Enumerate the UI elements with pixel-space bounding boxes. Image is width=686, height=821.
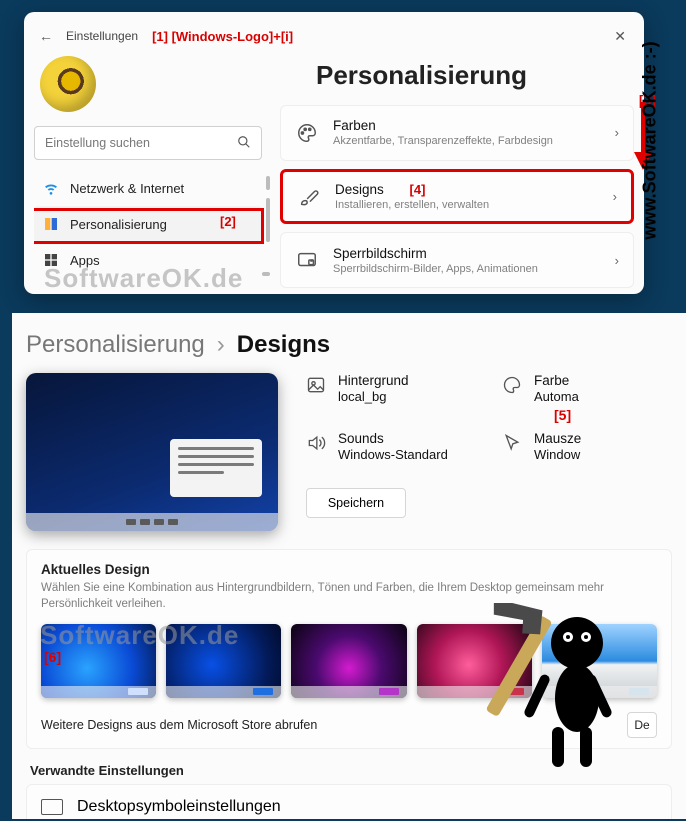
prop-value: local_bg [338,389,409,404]
chevron-right-icon: › [217,331,225,359]
profile-avatar[interactable] [40,56,96,112]
page-title: Personalisierung [316,60,634,91]
lockscreen-icon [295,248,319,272]
search-placeholder: Einstellung suchen [45,136,150,150]
section-title: Aktuelles Design [41,562,657,577]
scrollbar-thumb[interactable] [266,198,270,242]
palette-icon [295,121,319,145]
nav-list: Netzwerk & Internet Personalisierung App… [34,170,262,278]
settings-window-bottom: Personalisierung › Designs Hintergrund l… [12,313,686,819]
sidebar-item-label: Personalisierung [70,217,167,232]
breadcrumb-current: Designs [237,331,330,359]
section-description: Wählen Sie eine Kombination aus Hintergr… [41,581,657,612]
speaker-icon [306,433,328,455]
prop-background[interactable]: Hintergrund local_bg [306,373,476,417]
back-icon[interactable]: ← [36,28,56,44]
prop-cursor[interactable]: Mausze Window [502,431,672,475]
chevron-right-icon: › [613,189,617,204]
wifi-icon [42,179,60,197]
card-title: Sperrbildschirm [333,246,538,261]
card-subtitle: Akzentfarbe, Transparenzeffekte, Farbdes… [333,135,553,147]
image-icon [306,375,328,397]
theme-gallery [41,624,657,698]
prop-color[interactable]: Farbe Automa [502,373,672,417]
sidebar-item-apps[interactable]: Apps [34,242,262,278]
scroll-down-icon[interactable] [262,272,270,276]
prop-label: Mausze [534,431,581,447]
save-button[interactable]: Speichern [306,488,406,518]
monitor-icon [41,799,63,815]
related-label: Desktopsymboleinstellungen [77,798,281,816]
card-lockscreen[interactable]: Sperrbildschirm Sperrbildschirm-Bilder, … [280,232,634,288]
theme-thumb[interactable] [166,624,281,698]
store-link[interactable]: Weitere Designs aus dem Microsoft Store … [41,718,317,732]
annotation-2: [2] [220,214,236,229]
content-pane: Personalisierung Farben Akzentfarbe, Tra… [280,56,634,288]
prop-value: Window [534,447,581,462]
theme-thumb[interactable] [291,624,406,698]
cursor-icon [502,433,524,455]
prop-value: Automa [534,389,579,404]
scroll-up-icon[interactable] [266,176,270,190]
annotation-4: [4] [410,182,426,197]
preview-window-icon [170,439,262,497]
breadcrumb-parent[interactable]: Personalisierung [26,331,205,359]
store-button[interactable]: De [627,712,657,738]
preview-taskbar [26,513,278,531]
palette-icon [502,375,524,397]
theme-thumb[interactable] [542,624,657,698]
apps-icon [42,251,60,269]
paint-icon [42,215,60,233]
sidebar-item-label: Apps [70,253,100,268]
card-colors[interactable]: Farben Akzentfarbe, Transparenzeffekte, … [280,105,634,161]
sidebar-item-label: Netzwerk & Internet [70,181,184,196]
close-icon[interactable]: ✕ [608,28,632,45]
breadcrumb: Personalisierung › Designs [12,313,686,369]
chevron-right-icon: › [615,253,619,268]
chevron-right-icon: › [615,125,619,140]
theme-thumb[interactable] [417,624,532,698]
search-icon [237,135,251,152]
card-subtitle: Sperrbildschirm-Bilder, Apps, Animatione… [333,263,538,275]
annotation-1: [1] [Windows-Logo]+[i] [152,29,293,44]
brush-icon [297,185,321,209]
search-input[interactable]: Einstellung suchen [34,126,262,160]
sidebar-item-network[interactable]: Netzwerk & Internet [34,170,262,206]
card-title: Designs [335,182,384,197]
theme-preview [26,373,278,531]
theme-thumb[interactable] [41,624,156,698]
theme-properties: Hintergrund local_bg Farbe Automa So [306,373,672,531]
card-title: Farben [333,118,553,133]
related-heading: Verwandte Einstellungen [30,763,668,778]
prop-value: Windows-Standard [338,447,448,462]
window-title: Einstellungen [66,29,138,43]
related-desktop-icons[interactable]: Desktopsymboleinstellungen [26,784,672,819]
prop-label: Sounds [338,431,448,447]
settings-window-top: ← Einstellungen [1] [Windows-Logo]+[i] ✕… [24,12,644,294]
prop-sounds[interactable]: Sounds Windows-Standard [306,431,476,475]
prop-label: Farbe [534,373,579,389]
section-current-theme: Aktuelles Design Wählen Sie eine Kombina… [26,549,672,749]
prop-label: Hintergrund [338,373,409,389]
card-subtitle: Installieren, erstellen, verwalten [335,199,489,211]
titlebar: ← Einstellungen [1] [Windows-Logo]+[i] ✕ [34,22,634,50]
sidebar: Einstellung suchen Netzwerk & Internet [34,56,262,288]
card-designs[interactable]: Designs [4] Installieren, erstellen, ver… [280,169,634,225]
